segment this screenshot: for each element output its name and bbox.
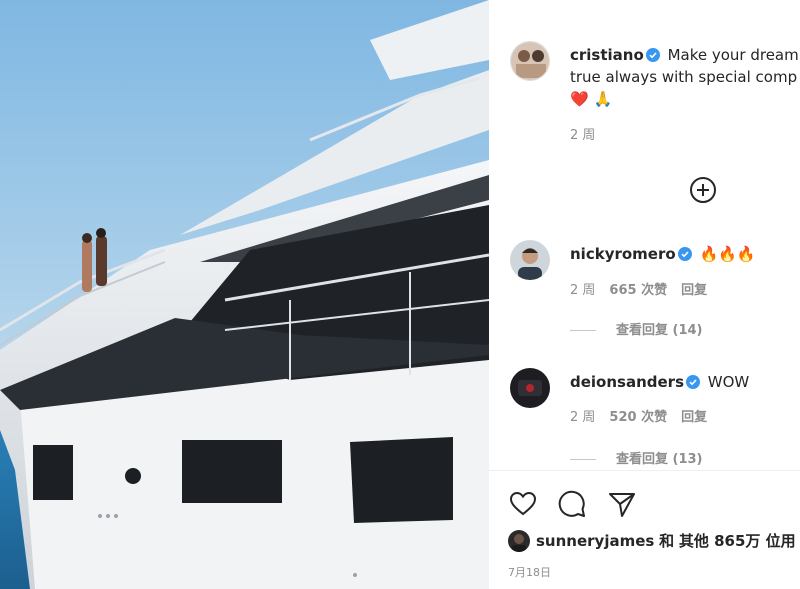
comment-text: WOW	[707, 373, 750, 391]
comment-likes[interactable]: 665 次赞	[609, 283, 667, 298]
view-replies-label: 查看回复 (13)	[616, 452, 703, 467]
comment-time: 2 周	[570, 410, 596, 425]
author-avatar[interactable]	[510, 41, 550, 81]
view-replies-label: 查看回复 (14)	[616, 323, 703, 338]
liker-avatar[interactable]	[508, 530, 530, 552]
caption-text: Make your dream	[667, 46, 799, 64]
comment-line: nickyromero 🔥🔥🔥	[570, 244, 756, 264]
comment-meta: 2 周 665 次赞 回复	[570, 282, 721, 300]
comment-line: deionsanders WOW	[570, 372, 749, 392]
liked-by-row: sunneryjames 和 其他 865万 位用	[536, 531, 796, 551]
heart-icon	[509, 491, 537, 516]
view-replies-button[interactable]: 查看回复 (13)	[570, 451, 703, 469]
liker-username[interactable]: sunneryjames	[536, 532, 654, 550]
verified-badge-icon	[645, 48, 660, 62]
liked-by-others[interactable]: 其他 865万 位用	[679, 532, 796, 550]
comment-username[interactable]: deionsanders	[570, 373, 684, 391]
post-time: 2 周	[570, 128, 596, 143]
post-date: 7月18日	[508, 566, 551, 579]
section-divider	[489, 470, 800, 471]
divider	[570, 459, 596, 460]
comment-username[interactable]: nickyromero	[570, 245, 676, 263]
verified-badge-icon	[677, 247, 692, 261]
commenter-avatar[interactable]	[510, 240, 550, 280]
caption-emoji: ❤️ 🙏	[570, 90, 613, 108]
comment-meta: 2 周 520 次赞 回复	[570, 409, 721, 427]
caption-line-2: true always with special comp	[570, 68, 798, 86]
plus-circle-icon	[690, 177, 716, 203]
comment-text: 🔥🔥🔥	[699, 245, 756, 263]
post-photo	[0, 0, 489, 589]
divider	[570, 330, 596, 331]
view-replies-button[interactable]: 查看回复 (14)	[570, 322, 703, 340]
liked-by-connector: 和	[659, 532, 675, 550]
share-icon	[609, 493, 635, 517]
caption-line-1: cristiano Make your dream	[570, 45, 799, 65]
comment-icon	[558, 490, 585, 517]
reply-button[interactable]: 回复	[681, 283, 707, 298]
reply-button[interactable]: 回复	[681, 410, 707, 425]
share-button[interactable]	[607, 489, 637, 519]
verified-badge-icon	[686, 375, 701, 389]
comments-panel: cristiano Make your dream true always wi…	[489, 0, 800, 589]
yacht-image	[0, 0, 489, 589]
like-button[interactable]	[508, 489, 538, 519]
load-more-comments-button[interactable]	[689, 176, 717, 204]
comment-time: 2 周	[570, 283, 596, 298]
author-username[interactable]: cristiano	[570, 46, 644, 64]
comment-button[interactable]	[557, 489, 587, 519]
commenter-avatar[interactable]	[510, 368, 550, 408]
comment-likes[interactable]: 520 次赞	[609, 410, 667, 425]
